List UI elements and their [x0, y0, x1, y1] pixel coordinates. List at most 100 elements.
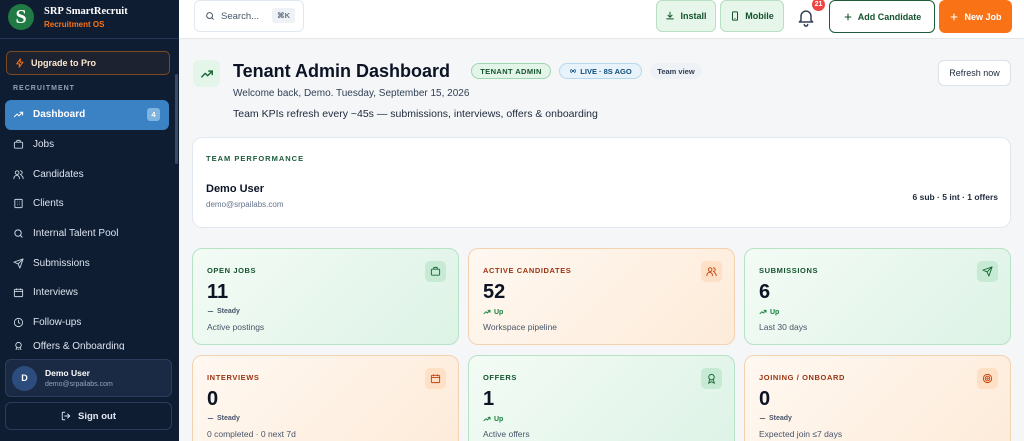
building-icon — [14, 199, 23, 209]
trend-up-icon — [483, 416, 491, 422]
mobile-label: Mobile — [745, 11, 774, 21]
kpi-label: ACTIVE CANDIDATES — [483, 266, 572, 275]
sidebar-item-follow-ups[interactable]: Follow-ups — [5, 308, 169, 338]
kpi-trend: Up — [759, 308, 779, 316]
notification-count-badge: 21 — [812, 0, 825, 11]
send-icon — [13, 258, 24, 269]
kpi-value: 11 — [207, 281, 229, 303]
trend-up-icon — [483, 309, 491, 315]
kpi-card-joining-onboard[interactable]: JOINING / ONBOARD 0 Steady Expected join… — [744, 355, 1011, 441]
search-icon — [206, 12, 214, 20]
sidebar-item-clients[interactable]: Clients — [5, 189, 169, 219]
upgrade-button[interactable]: Upgrade to Pro — [6, 51, 170, 75]
trend-up-icon — [759, 309, 767, 315]
sidebar-item-interviews[interactable]: Interviews — [5, 278, 169, 308]
brand-logo: S — [8, 4, 34, 30]
top-bar: Search... ⌘K Install Mobile 21 Add Candi… — [179, 0, 1024, 39]
sidebar-nav: Dashboard 4 Jobs Candidates Clients Inte… — [5, 100, 169, 350]
sidebar-item-label: Submissions — [33, 257, 90, 269]
minus-icon — [207, 311, 214, 312]
minus-icon — [207, 418, 214, 419]
user-email: demo@srpailabs.com — [45, 381, 113, 388]
kpi-label: INTERVIEWS — [207, 373, 260, 382]
calendar-icon — [430, 374, 441, 384]
kpi-value: 52 — [483, 281, 506, 303]
kpi-trend: Steady — [207, 415, 240, 422]
user-card[interactable]: D Demo User demo@srpailabs.com — [5, 359, 172, 397]
bell-icon[interactable] — [796, 7, 816, 27]
welcome-text: Welcome back, Demo. Tuesday, September 1… — [233, 88, 470, 99]
install-button[interactable]: Install — [656, 0, 716, 32]
sidebar: S SRP SmartRecruit Recruitment OS Upgrad… — [0, 0, 179, 441]
kpi-label: OPEN JOBS — [207, 266, 257, 275]
kpi-icon-box — [701, 368, 722, 389]
sidebar-item-internal-talent-pool[interactable]: Internal Talent Pool — [5, 219, 169, 249]
sidebar-item-label: Clients — [33, 198, 64, 210]
brand-subtitle: Recruitment OS — [44, 19, 105, 29]
kpi-trend-label: Steady — [769, 415, 792, 422]
live-status-badge: LIVE · 8S AGO — [559, 63, 642, 79]
search-input[interactable]: Search... ⌘K — [194, 0, 304, 32]
sidebar-item-offers-onboarding[interactable]: Offers & Onboarding — [5, 338, 169, 350]
kpi-trend-label: Steady — [217, 308, 240, 315]
sidebar-item-candidates[interactable]: Candidates — [5, 159, 169, 189]
team-member-stats: 6 sub · 5 int · 1 offers — [912, 192, 999, 202]
kpi-subtext: Expected join ≤7 days — [759, 429, 843, 439]
install-label: Install — [680, 11, 707, 21]
sidebar-item-label: Jobs — [33, 139, 55, 151]
refresh-now-button[interactable]: Refresh now — [938, 60, 1011, 86]
kpi-trend: Steady — [207, 308, 240, 315]
plus-icon — [844, 13, 852, 20]
calendar-icon — [13, 288, 24, 298]
avatar: D — [12, 365, 37, 391]
count-badge: 4 — [147, 108, 160, 121]
kpi-subtext: 0 completed · 0 next 7d — [207, 429, 296, 439]
kpi-card-active-candidates[interactable]: ACTIVE CANDIDATES 52 Up Workspace pipeli… — [468, 248, 735, 345]
kpi-trend-label: Up — [494, 308, 504, 316]
kpi-card-interviews[interactable]: INTERVIEWS 0 Steady 0 completed · 0 next… — [192, 355, 459, 441]
user-name: Demo User — [45, 368, 90, 378]
sidebar-item-label: Dashboard — [33, 109, 86, 121]
smartphone-icon — [732, 11, 739, 21]
clock-icon — [13, 318, 24, 328]
kpi-card-open-jobs[interactable]: OPEN JOBS 11 Steady Active postings — [192, 248, 459, 345]
kpi-subtext: Active offers — [483, 429, 530, 439]
briefcase-icon — [430, 266, 441, 276]
kpi-trend: Up — [483, 308, 503, 316]
sidebar-item-label: Interviews — [33, 287, 79, 299]
send-icon — [982, 266, 993, 277]
kpi-trend-label: Up — [494, 415, 504, 423]
kpi-icon-box — [425, 261, 446, 282]
sidebar-item-label: Offers & Onboarding — [33, 340, 125, 350]
new-job-button[interactable]: New Job — [939, 0, 1012, 33]
kpi-card-offers[interactable]: OFFERS 1 Up Active offers — [468, 355, 735, 441]
sidebar-item-submissions[interactable]: Submissions — [5, 248, 169, 278]
kpi-value: 0 — [207, 388, 219, 410]
sidebar-scrollbar[interactable] — [175, 74, 178, 164]
sidebar-item-jobs[interactable]: Jobs — [5, 130, 169, 160]
kpi-label: JOINING / ONBOARD — [759, 373, 846, 382]
kpi-subtext: Last 30 days — [759, 322, 808, 332]
target-icon — [982, 373, 993, 384]
brand[interactable]: S SRP SmartRecruit Recruitment OS — [8, 4, 128, 30]
sign-out-button[interactable]: Sign out — [5, 402, 172, 430]
divider — [0, 38, 179, 39]
upgrade-label: Upgrade to Pro — [31, 58, 97, 68]
sidebar-item-dashboard[interactable]: Dashboard 4 — [5, 100, 169, 130]
team-performance-card: TEAM PERFORMANCE Demo User demo@srpailab… — [192, 137, 1011, 228]
kpi-card-submissions[interactable]: SUBMISSIONS 6 Up Last 30 days — [744, 248, 1011, 345]
role-badge: TENANT ADMIN — [471, 63, 551, 79]
add-candidate-button[interactable]: Add Candidate — [829, 0, 935, 33]
page-title: Tenant Admin Dashboard — [233, 61, 451, 81]
plus-icon — [951, 13, 958, 20]
kpi-value: 6 — [759, 281, 771, 303]
kpi-icon-box — [701, 261, 722, 282]
sidebar-item-label: Candidates — [33, 168, 84, 180]
live-status-label: LIVE · 8S AGO — [580, 66, 632, 76]
kpi-subtext: Active postings — [207, 322, 265, 332]
mobile-button[interactable]: Mobile — [720, 0, 784, 32]
sidebar-item-label: Internal Talent Pool — [33, 228, 119, 240]
users-icon — [706, 267, 717, 277]
dashboard-icon-box — [193, 60, 220, 87]
kpi-refresh-note: Team KPIs refresh every ~45s — submissio… — [233, 108, 598, 120]
